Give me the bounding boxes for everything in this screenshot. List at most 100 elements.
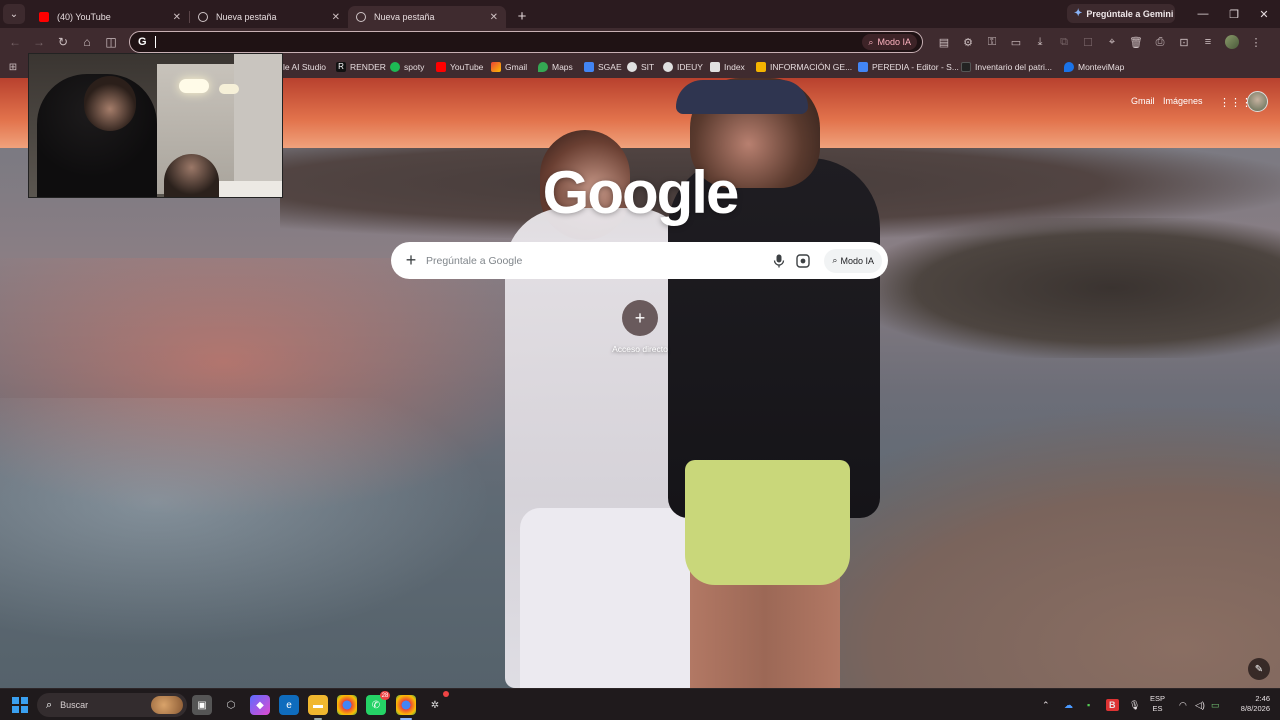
bookmark-gmail[interactable]: Gmail [491, 56, 527, 78]
ideuy-icon [663, 62, 673, 72]
wifi-icon[interactable]: ◠ [1179, 689, 1187, 720]
minimize-button[interactable]: — [1187, 0, 1219, 28]
bookmark-label: spoty [404, 62, 425, 72]
onedrive-icon[interactable]: ☁ [1064, 689, 1073, 720]
tab-search-button[interactable]: ⌄ [3, 4, 25, 24]
apps-grid-icon[interactable]: ⊞ [1, 62, 25, 73]
reload-icon: ↻ [57, 35, 69, 49]
profile-avatar[interactable] [1225, 35, 1239, 49]
new-tab-button[interactable]: + [512, 8, 532, 25]
search-input[interactable]: Pregúntale a Google [426, 255, 770, 267]
bookmark-sit[interactable]: SIT [627, 56, 654, 78]
bookmark-render[interactable]: R RENDER [336, 56, 386, 78]
browser-toolbar: ← → ↻ ⌂ ◫ G ⌕ Modo IA ▤ ⚙ ⚿ ▭ ⤓ ⧉ ☐ ⌖ 🗑 ⎙… [0, 28, 1280, 56]
gmail-link[interactable]: Gmail [1131, 96, 1155, 108]
extensions-icon[interactable]: ⚙ [956, 32, 980, 52]
bookmark-ideuy[interactable]: IDEUY [663, 56, 703, 78]
bookmark-maps[interactable]: Maps [538, 56, 573, 78]
toolbar-icons: ▤ ⚙ ⚿ ▭ ⤓ ⧉ ☐ ⌖ 🗑 ⎙ ⊡ ≡ ⋮ [932, 32, 1268, 52]
bookmark-peredia[interactable]: PEREDIA - Editor - S... [858, 56, 959, 78]
images-link[interactable]: Imágenes [1163, 96, 1203, 108]
microphone-icon[interactable] [770, 252, 788, 270]
close-icon[interactable]: ✕ [173, 12, 181, 23]
home-button[interactable]: ⌂ [75, 30, 99, 54]
chatgpt-icon[interactable]: ✲ [425, 691, 449, 715]
woman-pants [520, 508, 695, 688]
cast-icon[interactable]: ⊡ [1172, 32, 1196, 52]
chrome-active-icon[interactable] [396, 695, 416, 720]
ntp-search-box[interactable]: + Pregúntale a Google ⌕ Modo IA [391, 242, 888, 279]
more-options-icon[interactable]: ⋮ [1244, 32, 1268, 52]
youtube-icon [39, 12, 49, 22]
minimize-icon: — [1197, 8, 1209, 20]
account-avatar[interactable] [1247, 91, 1268, 112]
modo-ia-omnibox-label: Modo IA [877, 37, 911, 47]
task-view-icon[interactable]: ▣ [192, 695, 212, 715]
menu-lines-icon[interactable]: ≡ [1196, 32, 1220, 52]
webcam-overlay [28, 53, 283, 198]
copy-icon[interactable]: ⧉ [1052, 32, 1076, 52]
bitdefender-icon[interactable]: B [1106, 689, 1119, 720]
location-pin-icon[interactable]: ⌖ [1100, 32, 1124, 52]
file-explorer-icon[interactable]: ▬ [308, 695, 328, 720]
tab-new-tab-2[interactable]: Nueva pestaña ✕ [348, 6, 506, 28]
windows-start-icon[interactable] [12, 697, 28, 713]
forward-button[interactable]: → [27, 30, 51, 54]
whatsapp-icon[interactable]: ✆ 28 [366, 691, 390, 715]
language-indicator[interactable]: ESP ES [1150, 694, 1165, 714]
bookmark-informacion[interactable]: INFORMACIÓN GE... [756, 56, 852, 78]
taskbar-clock[interactable]: 2:46 8/8/2026 [1230, 694, 1270, 714]
key-icon[interactable]: ⚿ [980, 32, 1004, 52]
bookmark-youtube[interactable]: YouTube [436, 56, 483, 78]
bookmark-label: Inventario del patri... [975, 62, 1053, 72]
volume-icon[interactable]: ◁) [1195, 689, 1205, 720]
print-icon[interactable]: ⎙ [1148, 32, 1172, 52]
card-icon[interactable]: ▭ [1004, 32, 1028, 52]
modo-ia-omnibox-button[interactable]: ⌕ Modo IA [862, 34, 917, 50]
maximize-button[interactable]: ❐ [1218, 0, 1250, 28]
address-bar[interactable]: G ⌕ Modo IA [129, 31, 923, 53]
search-sparkle-icon: ⌕ [832, 255, 838, 265]
reload-button[interactable]: ↻ [51, 30, 75, 54]
tab-icon[interactable]: ☐ [1076, 32, 1100, 52]
bookmark-spoty[interactable]: spoty [390, 56, 424, 78]
nvidia-icon[interactable]: ▪ [1087, 689, 1090, 720]
clock-time: 2:46 [1255, 694, 1270, 703]
gemini-button[interactable]: ✦ Pregúntale a Gemini [1067, 4, 1175, 23]
copilot-icon[interactable]: ◆ [250, 695, 270, 715]
bookmark-label: INFORMACIÓN GE... [770, 62, 853, 72]
customize-pencil-icon[interactable]: ✎ [1248, 658, 1270, 680]
close-icon[interactable]: ✕ [332, 12, 340, 23]
bookmark-montevimap[interactable]: MonteviMap [1064, 56, 1124, 78]
tab-new-tab-1[interactable]: Nueva pestaña ✕ [190, 6, 348, 28]
plus-icon[interactable]: + [401, 250, 421, 271]
close-icon[interactable]: ✕ [490, 12, 498, 23]
taskbar-search[interactable]: ⌕ Buscar [37, 693, 187, 717]
bookmark-sgae[interactable]: SGAE [584, 56, 622, 78]
battery-icon[interactable]: ▭ [1211, 689, 1220, 720]
bookmark-inventario[interactable]: Inventario del patri... [961, 56, 1052, 78]
reading-list-icon[interactable]: ▤ [932, 32, 956, 52]
text-caret [155, 36, 156, 48]
add-shortcut[interactable]: + Acceso directo [612, 300, 668, 354]
modo-ia-button[interactable]: ⌕ Modo IA [824, 248, 882, 273]
bookmark-label: le AI Studio [283, 62, 327, 72]
download-icon[interactable]: ⤓ [1028, 32, 1052, 52]
chrome-icon[interactable] [337, 695, 357, 715]
whatsapp-badge: 28 [380, 691, 390, 700]
bookmark-ai-studio[interactable]: le AI Studio [283, 56, 326, 78]
tab-youtube[interactable]: (40) YouTube ✕ [31, 6, 189, 28]
trash-icon[interactable]: 🗑 [1124, 32, 1148, 52]
close-window-button[interactable]: ✕ [1248, 0, 1280, 28]
widgets-icon[interactable]: ⬡ [221, 695, 241, 715]
lens-camera-icon[interactable] [794, 252, 812, 270]
bookmark-index[interactable]: Index [710, 56, 745, 78]
show-hidden-icons-chevron[interactable]: ⌃ [1042, 689, 1050, 720]
microphone-tray-icon[interactable]: 🎙 [1129, 689, 1140, 720]
edge-icon[interactable]: e [279, 695, 299, 715]
split-view-button[interactable]: ◫ [99, 30, 123, 54]
bookmark-label: SIT [641, 62, 655, 72]
gemini-button-label: Pregúntale a Gemini [1086, 8, 1174, 19]
back-button[interactable]: ← [3, 30, 27, 54]
bookmark-label: MonteviMap [1078, 62, 1125, 72]
